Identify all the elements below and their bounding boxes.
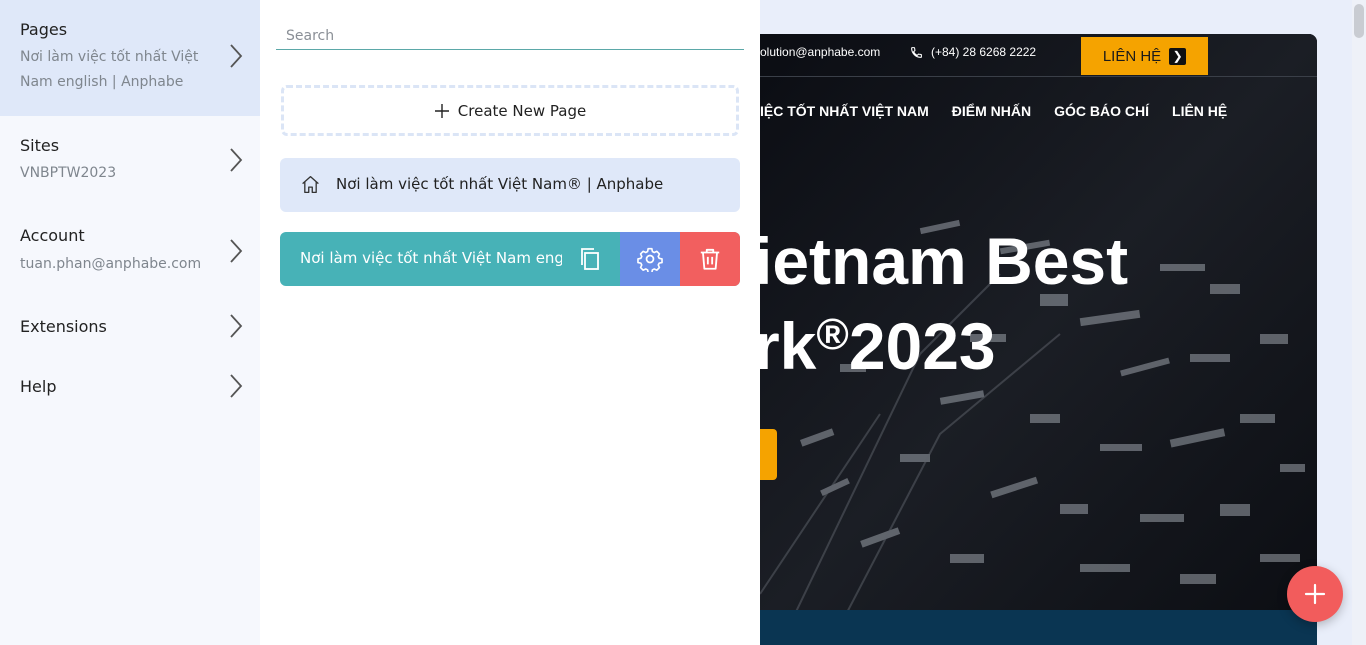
hero-line-2-start: rk — [754, 309, 817, 383]
duplicate-page-button[interactable] — [560, 232, 620, 286]
sidebar-item-subtitle: Nơi làm việc tốt nhất Việt Nam english |… — [20, 49, 199, 90]
sidebar-item-pages[interactable]: Pages Nơi làm việc tốt nhất Việt Nam eng… — [0, 0, 260, 116]
sidebar-item-title: Account — [20, 226, 85, 245]
hero-line-2-year: 2023 — [848, 309, 996, 383]
preview-phone-text: (+84) 28 6268 2222 — [931, 45, 1037, 59]
preview-topbar: olution@anphabe.com (+84) 28 6268 2222 L… — [740, 34, 1317, 77]
chevron-right-icon — [230, 44, 243, 68]
phone-icon — [911, 46, 922, 58]
create-new-page-label: Create New Page — [457, 101, 587, 120]
sidebar-item-extensions[interactable]: Extensions — [0, 296, 260, 356]
sidebar-item-help[interactable]: Help — [0, 356, 260, 416]
sidebar-item-sites[interactable]: Sites VNBPTW2023 — [0, 116, 260, 206]
sidebar-item-account[interactable]: Account tuan.phan@anphabe.com — [0, 206, 260, 296]
page-item-label: Nơi làm việc tốt nhất Việt Nam english — [300, 249, 562, 267]
scrollbar[interactable] — [1352, 0, 1366, 645]
search-input[interactable] — [276, 22, 744, 50]
site-preview: olution@anphabe.com (+84) 28 6268 2222 L… — [740, 34, 1317, 645]
preview-nav-item[interactable]: ĐIỂM NHẤN — [952, 103, 1031, 119]
preview-phone[interactable]: (+84) 28 6268 2222 — [910, 45, 1036, 59]
copy-icon — [581, 248, 599, 270]
page-item-home[interactable]: Nơi làm việc tốt nhất Việt Nam® | Anphab… — [280, 158, 740, 212]
sidebar-item-title: Pages — [20, 20, 68, 39]
chevron-right-icon — [230, 374, 243, 398]
chevron-right-icon — [230, 314, 243, 338]
preview-hero-heading: ietnam Best rk®2023 — [754, 224, 1128, 383]
contact-button[interactable]: LIÊN HỆ ❯ — [1081, 37, 1208, 75]
plus-icon — [1304, 583, 1326, 605]
page-item-label: Nơi làm việc tốt nhất Việt Nam® | Anphab… — [336, 175, 664, 193]
pages-panel: Create New Page Nơi làm việc tốt nhất Vi… — [260, 0, 760, 645]
page-settings-button[interactable] — [620, 232, 680, 286]
sidebar-item-subtitle: VNBPTW2023 — [20, 165, 117, 181]
preview-nav-item[interactable]: GÓC BÁO CHÍ — [1054, 103, 1149, 119]
create-new-page-button[interactable]: Create New Page — [281, 85, 739, 136]
sidebar-item-title: Help — [20, 377, 57, 396]
arrow-right-icon: ❯ — [1169, 47, 1187, 65]
gear-icon — [637, 247, 663, 272]
home-icon — [302, 175, 319, 194]
plus-icon — [434, 103, 449, 118]
delete-page-button[interactable] — [680, 232, 740, 286]
hero-line-1: ietnam Best — [754, 224, 1129, 298]
registered-mark: ® — [816, 310, 849, 359]
preview-nav-item[interactable]: LIÊN HỆ — [1172, 103, 1227, 119]
add-element-button[interactable] — [1287, 566, 1343, 622]
contact-button-label: LIÊN HỆ — [1102, 47, 1162, 65]
chevron-right-icon — [230, 148, 243, 172]
preview-bottom-band — [740, 610, 1317, 645]
sidebar-item-subtitle: tuan.phan@anphabe.com — [20, 256, 202, 272]
preview-nav-item[interactable]: IỆC TỐT NHẤT VIỆT NAM — [760, 103, 929, 119]
chevron-right-icon — [230, 239, 243, 263]
sidebar-item-title: Extensions — [20, 317, 107, 336]
preview-nav: IỆC TỐT NHẤT VIỆT NAM ĐIỂM NHẤN GÓC BÁO … — [760, 103, 1227, 119]
trash-icon — [700, 248, 720, 270]
page-item-selected[interactable]: Nơi làm việc tốt nhất Việt Nam english — [280, 232, 740, 286]
preview-email[interactable]: olution@anphabe.com — [760, 45, 880, 59]
sidebar-item-title: Sites — [20, 136, 60, 155]
hero-line-2: rk®2023 — [754, 298, 1128, 383]
sidebar: Pages Nơi làm việc tốt nhất Việt Nam eng… — [0, 0, 260, 645]
scrollbar-thumb[interactable] — [1354, 4, 1364, 38]
